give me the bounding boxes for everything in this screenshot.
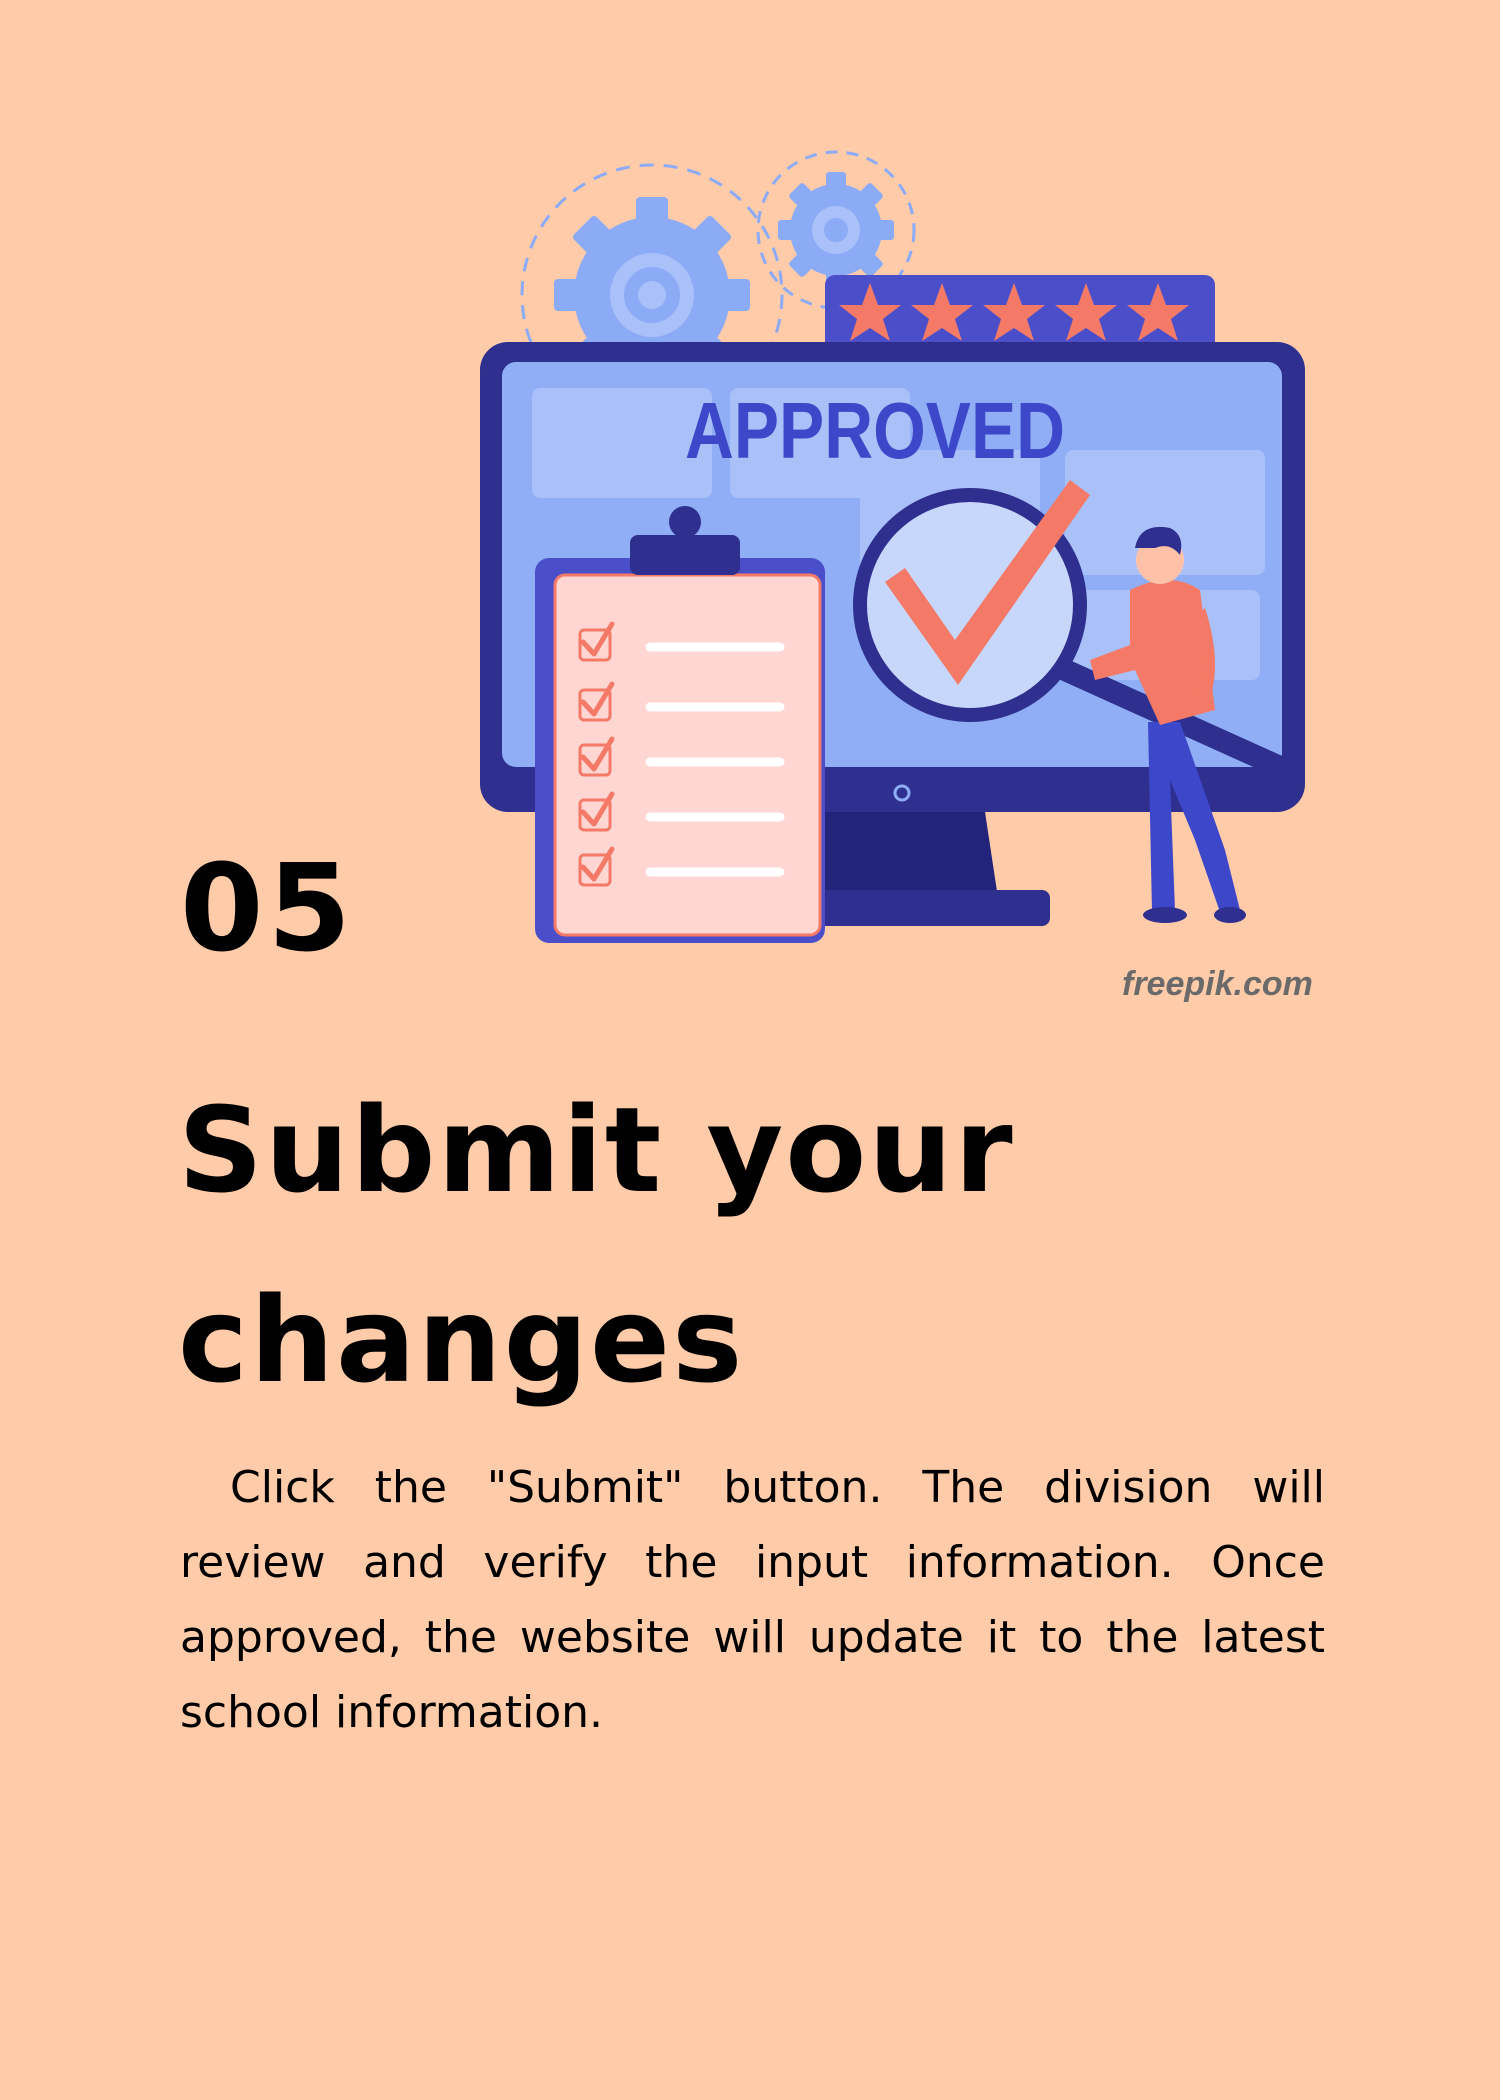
- step-description: Click the "Submit" button. The division …: [180, 1462, 1325, 1738]
- approved-illustration: APPROVED: [480, 150, 1305, 943]
- gear-icon: [778, 172, 894, 288]
- title-line: Submit your: [178, 1081, 1015, 1219]
- image-credit: freepik.com: [1122, 965, 1313, 1003]
- title-line: changes: [178, 1271, 745, 1409]
- step-number: 05: [180, 840, 355, 979]
- approved-label: APPROVED: [685, 386, 1065, 475]
- clipboard: [535, 506, 825, 943]
- page-title: Submit your changes: [178, 1055, 1378, 1435]
